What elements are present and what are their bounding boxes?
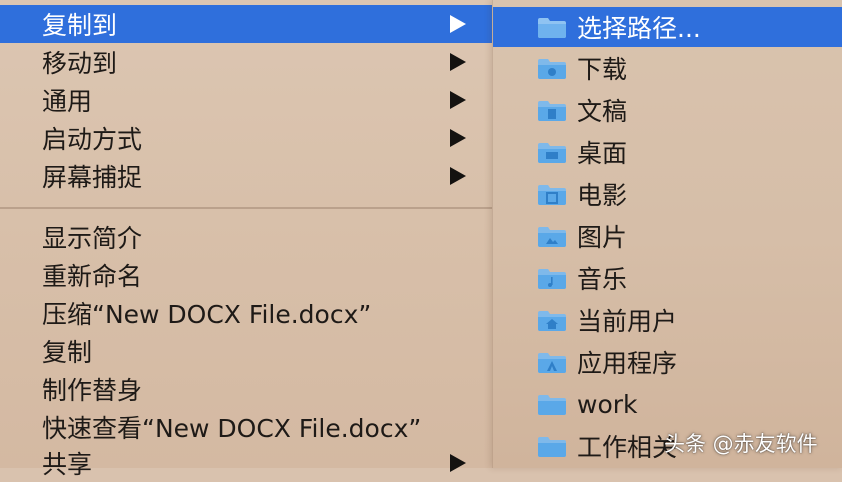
submenu-item-label: 桌面 [577, 139, 628, 168]
menu-item-label: 移动到 [42, 49, 118, 78]
desktop-folder-icon [537, 141, 567, 164]
submenu-item-current-user[interactable]: 当前用户 [493, 300, 842, 340]
menu-item-label: 共享 [42, 450, 93, 479]
downloads-folder-icon [537, 57, 567, 80]
menu-item-copy-to[interactable]: 复制到 [0, 5, 492, 43]
submenu-item-label: 选择路径... [577, 14, 701, 43]
menu-item-rename[interactable]: 重新命名 [0, 256, 492, 294]
submenu-item-label: 下载 [577, 55, 628, 84]
menu-item-label: 压缩“New DOCX File.docx” [42, 300, 372, 329]
submenu-item-desktop[interactable]: 桌面 [493, 132, 842, 172]
submenu-item-label: 图片 [577, 223, 628, 252]
applications-folder-icon [537, 351, 567, 374]
pictures-folder-icon [537, 225, 567, 248]
documents-folder-icon [537, 99, 567, 122]
submenu-item-label: 音乐 [577, 265, 628, 294]
menu-item-share[interactable]: 共享 [0, 444, 492, 482]
menu-item-label: 重新命名 [42, 262, 143, 291]
menu-item-label: 制作替身 [42, 376, 143, 405]
submenu-item-movies[interactable]: 电影 [493, 174, 842, 214]
submenu-item-label: 当前用户 [577, 307, 678, 336]
movies-folder-icon [537, 183, 567, 206]
menu-item-label: 启动方式 [42, 125, 143, 154]
menu-item-label: 显示简介 [42, 224, 143, 253]
submenu-item-label: 工作相关 [577, 433, 678, 462]
submenu-item-music[interactable]: 音乐 [493, 258, 842, 298]
menu-item-label: 屏幕捕捉 [42, 163, 143, 192]
submenu-arrow-icon [450, 91, 466, 109]
menu-item-label: 复制到 [42, 11, 118, 40]
submenu-item-documents[interactable]: 文稿 [493, 90, 842, 130]
menu-item-screen-capture[interactable]: 屏幕捕捉 [0, 157, 492, 195]
submenu-item-choose-path[interactable]: 选择路径... [493, 7, 842, 47]
menu-item-move-to[interactable]: 移动到 [0, 43, 492, 81]
folder-icon [537, 435, 567, 458]
submenu-arrow-icon [450, 129, 466, 147]
copy-to-submenu: 选择路径... 下载 文稿 桌面 电影 图片 音乐 当前用户 应用程序 work… [492, 0, 842, 468]
watermark: 头条 @赤友软件 [664, 432, 818, 456]
menu-item-make-alias[interactable]: 制作替身 [0, 370, 492, 408]
submenu-arrow-icon [450, 167, 466, 185]
music-folder-icon [537, 267, 567, 290]
submenu-item-pictures[interactable]: 图片 [493, 216, 842, 256]
menu-item-general[interactable]: 通用 [0, 81, 492, 119]
menu-item-compress[interactable]: 压缩“New DOCX File.docx” [0, 294, 492, 332]
menu-item-label: 复制 [42, 338, 93, 367]
submenu-item-label: 电影 [577, 181, 628, 210]
context-menu: 复制到 移动到 通用 启动方式 屏幕捕捉 显示简介 重新命名 压缩“New DO… [0, 0, 492, 479]
submenu-arrow-icon [450, 15, 466, 33]
home-folder-icon [537, 309, 567, 332]
submenu-item-label: 应用程序 [577, 349, 678, 378]
menu-item-label: 快速查看“New DOCX File.docx” [42, 414, 422, 443]
menu-item-get-info[interactable]: 显示简介 [0, 218, 492, 256]
menu-item-label: 通用 [42, 87, 93, 116]
submenu-arrow-icon [450, 454, 466, 472]
menu-separator [0, 207, 492, 209]
menu-item-duplicate[interactable]: 复制 [0, 332, 492, 370]
menu-item-open-with[interactable]: 启动方式 [0, 119, 492, 157]
submenu-item-label: 文稿 [577, 97, 628, 126]
menu-item-quick-look[interactable]: 快速查看“New DOCX File.docx” [0, 408, 492, 446]
submenu-item-downloads[interactable]: 下载 [493, 48, 842, 88]
submenu-item-applications[interactable]: 应用程序 [493, 342, 842, 382]
submenu-item-label: work [577, 389, 638, 419]
submenu-arrow-icon [450, 53, 466, 71]
submenu-item-work[interactable]: work [493, 384, 842, 424]
folder-icon [537, 16, 567, 39]
folder-icon [537, 393, 567, 416]
